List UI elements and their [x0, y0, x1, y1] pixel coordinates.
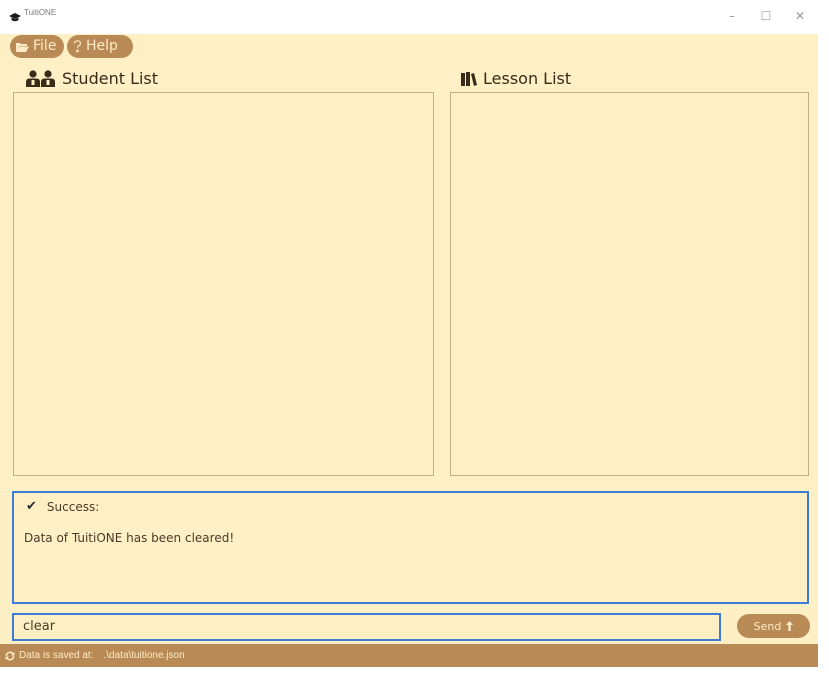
main-window: File Help Student List Lesson List ✔ Suc… — [0, 34, 818, 667]
lesson-list-title: Lesson List — [461, 69, 571, 88]
command-input[interactable]: clear — [12, 613, 721, 641]
lesson-list-panel[interactable] — [450, 92, 809, 476]
student-list-label: Student List — [62, 69, 159, 88]
maximize-button[interactable]: ☐ — [760, 10, 772, 22]
graduation-cap-icon — [9, 8, 21, 27]
lesson-list-label: Lesson List — [483, 69, 572, 88]
users-icon — [26, 70, 56, 87]
books-icon — [461, 71, 477, 86]
result-status: ✔ Success: — [26, 499, 99, 514]
send-label: Send — [753, 619, 782, 633]
close-button[interactable]: ✕ — [794, 10, 806, 22]
file-menu-label: File — [33, 38, 57, 54]
save-location-label: Data is saved at: — [19, 650, 94, 661]
folder-open-icon — [16, 42, 29, 52]
save-location-path: .\data\tuitione.json — [103, 650, 185, 661]
result-status-label: Success: — [46, 499, 100, 514]
student-list-title: Student List — [26, 69, 158, 88]
help-menu-button[interactable]: Help — [67, 35, 133, 58]
result-message: Data of TuitiONE has been cleared! — [24, 531, 235, 545]
title-bar: TuitiONE – ☐ ✕ — [0, 0, 829, 34]
file-menu-button[interactable]: File — [10, 35, 64, 58]
help-menu-label: Help — [86, 38, 118, 54]
status-bar: Data is saved at: .\data\tuitione.json — [0, 644, 818, 667]
check-icon: ✔ — [26, 499, 37, 514]
question-icon — [73, 40, 82, 53]
window-title: TuitiONE — [24, 8, 57, 17]
sync-icon — [5, 651, 15, 661]
arrow-up-icon — [786, 621, 794, 631]
student-list-panel[interactable] — [13, 92, 434, 476]
send-button[interactable]: Send — [737, 614, 810, 638]
result-display: ✔ Success: Data of TuitiONE has been cle… — [12, 491, 809, 604]
minimize-button[interactable]: – — [726, 10, 738, 22]
